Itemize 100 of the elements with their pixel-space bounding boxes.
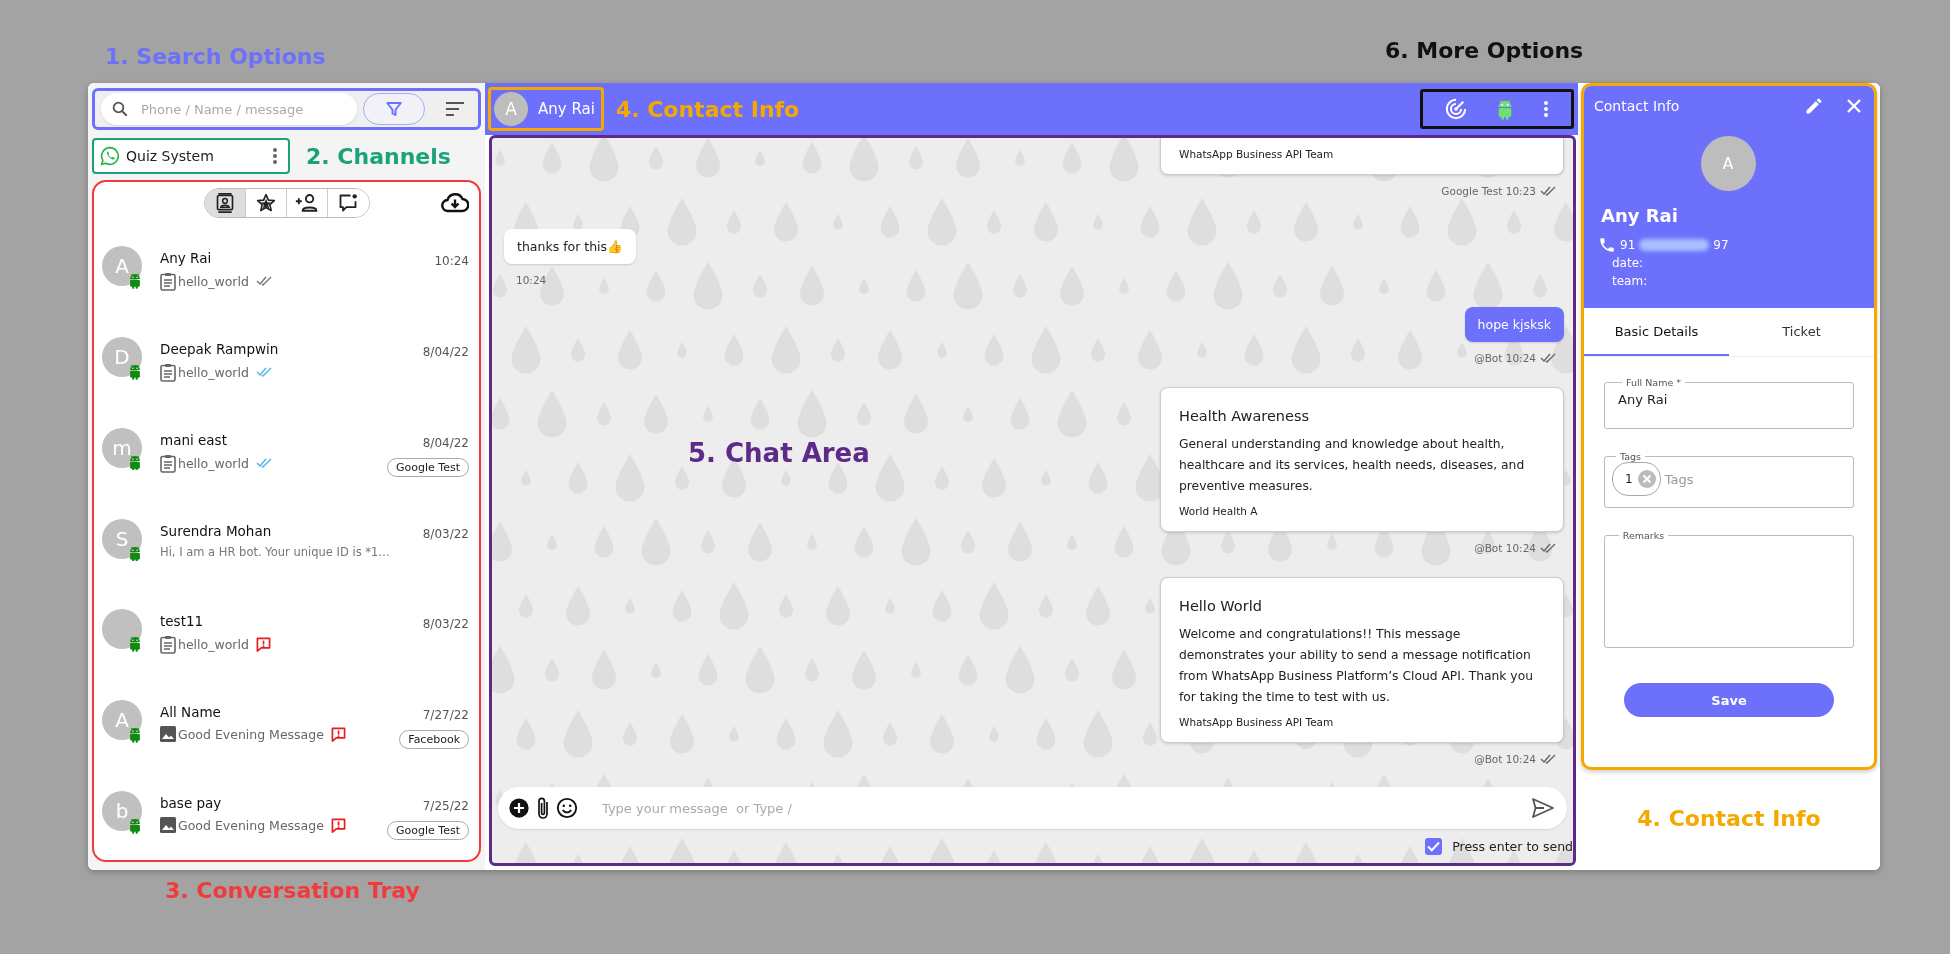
card-title: Hello World: [1179, 598, 1263, 614]
callout-label: 4. Contact Info: [1637, 806, 1821, 831]
contact-name: All Name: [160, 704, 222, 721]
checkbox[interactable]: [1425, 837, 1443, 855]
add-icon[interactable]: [508, 797, 530, 819]
android-icon: [128, 544, 142, 562]
send-icon[interactable]: [1531, 797, 1555, 819]
message-field[interactable]: Type your message or Type /: [498, 787, 1567, 829]
checkbox-label: Press enter to send: [1452, 838, 1573, 854]
phone-suffix: 97: [1713, 238, 1729, 252]
callout-label: 1. Search Options: [105, 44, 326, 69]
attachment-icon[interactable]: [536, 796, 550, 820]
more-icon[interactable]: [272, 147, 278, 165]
close-icon[interactable]: [1846, 98, 1862, 114]
save-button[interactable]: Save: [1624, 683, 1834, 717]
android-icon: [128, 817, 142, 834]
whatsapp-icon: [100, 146, 120, 166]
detail-label: team:: [1612, 273, 1649, 290]
clipboard-icon: [160, 635, 176, 655]
contact-chip[interactable]: A Any Rai: [488, 87, 604, 131]
more-icon[interactable]: [1542, 100, 1549, 118]
contact-name: mani east: [160, 431, 228, 448]
card-footer: WhatsApp Business API Team: [1179, 148, 1547, 160]
contact-name: Any Rai: [160, 249, 213, 266]
android-icon: [1496, 98, 1514, 120]
message-time: 7/25/22: [422, 799, 469, 814]
conversation-item[interactable]: A All Name Good Evening Message 7/27/22 Facebook: [94, 678, 479, 770]
message-preview: hello_world: [178, 637, 249, 653]
avatar: [102, 609, 142, 650]
callout-label: 3. Conversation Tray: [165, 878, 420, 903]
filter-icon: [385, 100, 403, 118]
remarks-field[interactable]: Remarks: [1604, 530, 1854, 648]
message-time: 8/04/22: [422, 344, 469, 359]
contact-name: Surendra Mohan: [160, 522, 273, 539]
message-bubble: thanks for this👍: [504, 229, 637, 264]
image-icon: [160, 817, 176, 834]
message-preview: hello_world: [178, 364, 249, 380]
card-body: Welcome and congratulations!! This message demonstrates your ability to send a message notification from WhatsApp Business Platform’s Cloud API. Thank you for taking the time to test with us.: [1179, 626, 1534, 706]
add-person-icon: [294, 192, 319, 213]
android-icon: [128, 726, 142, 744]
channel-tag: Google Test: [387, 457, 469, 477]
conversation-item[interactable]: m mani east hello_world 8/04/22 Google Test: [94, 405, 479, 497]
clipboard-icon: [160, 362, 176, 382]
message-time: 10:24: [434, 253, 469, 268]
full-name-field[interactable]: Full Name * Any Rai: [1604, 377, 1854, 429]
channel-selector[interactable]: Quiz System: [92, 138, 290, 174]
avatar: A: [1700, 136, 1756, 191]
avatar: b: [102, 791, 142, 832]
search-field[interactable]: Phone / Name / message: [101, 93, 357, 125]
card-body: General understanding and knowledge about health, healthcare and its services, health needs, diseases, and preventive measures.: [1179, 436, 1526, 495]
detail-label: date:: [1612, 255, 1645, 272]
clipboard-icon: [160, 453, 176, 473]
target-icon[interactable]: [1445, 98, 1468, 120]
tab[interactable]: Basic Details: [1584, 308, 1729, 356]
emoji-icon[interactable]: [556, 797, 578, 819]
message-preview: Good Evening Message: [178, 817, 324, 833]
message-time: 8/03/22: [422, 617, 469, 632]
conversation-item[interactable]: test11 hello_world 8/03/22: [94, 587, 479, 679]
contact-name: Any Rai: [1601, 205, 1679, 226]
android-icon: [128, 271, 142, 289]
message-time: 8/04/22: [422, 435, 469, 450]
message-preview: Good Evening Message: [178, 726, 324, 742]
edit-icon[interactable]: [1804, 96, 1824, 116]
message-preview: hello_world: [178, 455, 249, 471]
field-placeholder: Tags: [1664, 471, 1694, 487]
message-meta: @Bot 10:24: [1474, 352, 1536, 364]
avatar: A: [102, 245, 142, 286]
search-input[interactable]: Phone / Name / message: [139, 100, 343, 118]
card-footer: WhatsApp Business API Team: [1179, 716, 1547, 728]
callout-label: 4. Contact Info: [615, 96, 800, 122]
field-value: Any Rai: [1618, 392, 1668, 407]
channel-name: Quiz System: [126, 148, 215, 164]
field-label: Remarks: [1621, 530, 1666, 541]
avatar: D: [102, 336, 142, 377]
avatar: A: [102, 700, 142, 741]
cloud-download-icon[interactable]: [441, 192, 469, 213]
message-time: 8/03/22: [422, 526, 469, 541]
message-input[interactable]: Type your message or Type /: [600, 799, 1525, 817]
message-preview: hello_world: [178, 273, 249, 289]
conversation-item[interactable]: D Deepak Rampwin hello_world 8/04/22: [94, 314, 479, 406]
card-footer: World Health A: [1179, 505, 1547, 517]
search-icon: [111, 100, 129, 118]
clipboard-icon: [160, 271, 176, 291]
message-time: 7/27/22: [422, 708, 469, 723]
contact-name: test11: [160, 613, 205, 630]
message-meta: Google Test 10:23: [1441, 185, 1536, 197]
sort-icon[interactable]: [445, 101, 465, 117]
contact-name: base pay: [160, 795, 223, 812]
conversation-item[interactable]: S Surendra Mohan Hi, I am a HR bot. Your unique ID is *1… 8/03/22: [94, 496, 479, 588]
conversation-item[interactable]: A Any Rai hello_world 10:24: [94, 223, 479, 315]
android-icon: [128, 362, 142, 380]
contact-name: Deepak Rampwin: [160, 340, 280, 357]
callout-label: 2. Channels: [306, 143, 451, 169]
contact-card-icon: [214, 192, 235, 213]
filter-tab[interactable]: [204, 188, 246, 217]
android-icon: [128, 635, 142, 653]
tags-field[interactable]: Tags 1 Tags: [1604, 451, 1854, 508]
filter-button[interactable]: [363, 93, 425, 125]
phone-prefix: 91: [1620, 238, 1636, 252]
conversation-item[interactable]: b base pay Good Evening Message 7/25/22 Google Test: [94, 769, 479, 860]
